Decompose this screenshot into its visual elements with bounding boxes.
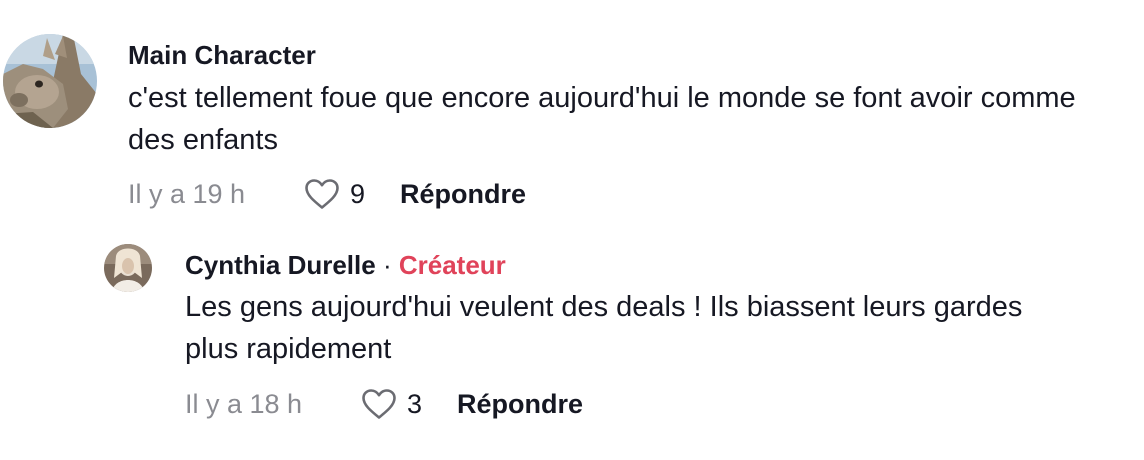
reply-comment: Cynthia Durelle · Créateur Les gens aujo… (0, 230, 1144, 460)
separator-dot: · (382, 250, 392, 280)
comment-actions: Il y a 18 h 3 Répondre (185, 386, 583, 422)
like-count: 3 (407, 388, 423, 419)
like-count: 9 (350, 178, 366, 209)
comment-text: c'est tellement foue que encore aujourd'… (128, 82, 1076, 156)
heart-icon (305, 179, 339, 209)
heart-icon (362, 389, 396, 419)
comment-text: Les gens aujourd'hui veulent des deals !… (185, 291, 1023, 365)
user-photo-avatar-icon (104, 244, 152, 292)
avatar[interactable] (3, 34, 97, 128)
comment-username[interactable]: Main Character (128, 38, 316, 72)
kangaroo-avatar-icon (3, 34, 97, 128)
reply-button[interactable]: Répondre (400, 179, 526, 210)
like-button[interactable]: 3 (361, 388, 457, 420)
comment-username[interactable]: Cynthia Durelle · Créateur (185, 248, 506, 282)
username-text: Cynthia Durelle (185, 250, 376, 280)
comment-timestamp: Il y a 19 h (128, 178, 246, 209)
comment-actions: Il y a 19 h 9 Répondre (128, 176, 526, 212)
reply-button[interactable]: Répondre (457, 389, 583, 420)
avatar[interactable] (104, 244, 152, 292)
creator-badge: Créateur (398, 250, 506, 280)
comment-timestamp: Il y a 18 h (185, 388, 303, 419)
comment: Main Character c'est tellement foue que … (0, 0, 1144, 230)
like-button[interactable]: 9 (304, 178, 400, 210)
